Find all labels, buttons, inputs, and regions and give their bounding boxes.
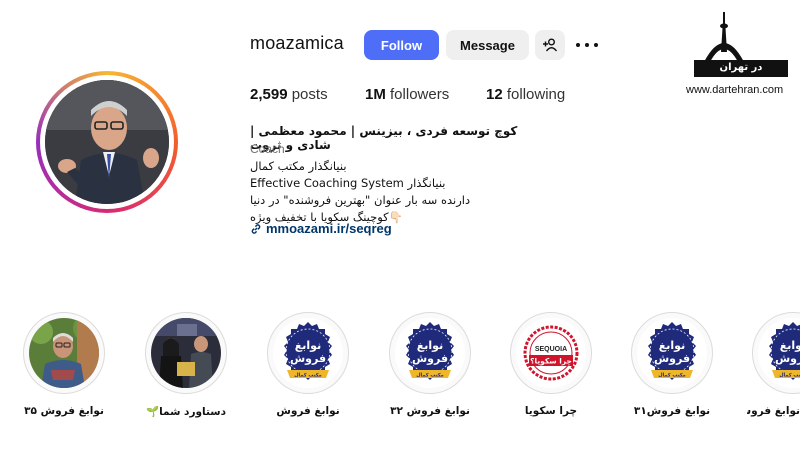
highlight-cover: نوابغ فروش مکتب کمال bbox=[273, 318, 343, 388]
highlight-item[interactable]: نوابغ فروش ۳۵ bbox=[19, 312, 109, 417]
highlight-cover: نوابغ فروش مکتب کمال bbox=[395, 318, 465, 388]
followers-count[interactable]: 1M followers bbox=[365, 86, 449, 103]
svg-text:فروش: فروش bbox=[290, 352, 326, 365]
bio-full-name: کوچ توسعه فردی ، بیزینس | محمود معظمی | … bbox=[250, 124, 518, 152]
svg-text:فروش: فروش bbox=[412, 352, 448, 365]
highlight-ring[interactable]: نوابغ فروش مکتب کمال bbox=[389, 312, 471, 394]
posts-label: posts bbox=[291, 86, 328, 103]
highlight-label: نوابغ فروش ۳۵ bbox=[24, 405, 104, 417]
highlight-ring[interactable] bbox=[145, 312, 227, 394]
link-icon bbox=[251, 224, 261, 234]
profile-avatar-ring[interactable] bbox=[36, 71, 178, 213]
following-count[interactable]: 12 following bbox=[486, 86, 565, 103]
svg-text:نوابغ: نوابغ bbox=[295, 339, 321, 352]
highlight-label: چرا سکویا bbox=[524, 405, 578, 417]
more-dot bbox=[576, 43, 580, 47]
highlight-label: نوابغ فروش۳۱ bbox=[633, 405, 711, 417]
profile-bio: کوچ توسعه فردی ، بیزینس | محمود معظمی | … bbox=[250, 124, 550, 226]
bio-link-text: mmoazami.ir/seqreg bbox=[266, 221, 392, 236]
follow-button[interactable]: Follow bbox=[364, 30, 439, 60]
highlight-item[interactable]: نوابغ فروش مکتب کمال نوابغ فروش bbox=[263, 312, 353, 417]
bio-line: بنیانگذار Effective Coaching System bbox=[250, 176, 446, 190]
highlight-label: نوابغ فروش bbox=[276, 405, 340, 417]
highlight-label: نوابغ فروش ۳۲ bbox=[390, 405, 470, 417]
svg-text:مکتب کمال: مکتب کمال bbox=[779, 373, 800, 379]
following-number: 12 bbox=[486, 86, 503, 103]
add-person-icon bbox=[543, 38, 558, 52]
highlight-item[interactable]: نوابغ فروش مکتب کمال نوابغ فروش۳۱ bbox=[627, 312, 717, 417]
svg-text:مکتب کمال: مکتب کمال bbox=[416, 373, 444, 379]
svg-text:فروش: فروش bbox=[654, 352, 690, 365]
profile-avatar[interactable] bbox=[45, 80, 169, 204]
highlight-ring[interactable] bbox=[23, 312, 105, 394]
highlight-item[interactable]: نوابغ فروش مکتب کمال نوابغ فروش bbox=[747, 312, 800, 417]
more-dot bbox=[585, 43, 589, 47]
highlight-ring[interactable]: نوابغ فروش مکتب کمال bbox=[267, 312, 349, 394]
posts-number: 2,599 bbox=[250, 86, 288, 103]
profile-username: moazamica bbox=[250, 33, 344, 53]
following-label: following bbox=[506, 86, 566, 103]
svg-text:نوابغ: نوابغ bbox=[659, 339, 685, 352]
more-dot bbox=[594, 43, 598, 47]
logo-text: در تهران bbox=[719, 62, 763, 73]
suggested-users-button[interactable] bbox=[535, 30, 565, 60]
bio-line: بنیانگذار مکتب کمال bbox=[250, 159, 347, 173]
highlight-item[interactable]: نوابغ فروش مکتب کمال نوابغ فروش ۳۲ bbox=[385, 312, 475, 417]
highlight-item[interactable]: SEQUOIA چرا سکویا؟ چرا سکویا bbox=[506, 312, 596, 417]
highlight-ring[interactable]: SEQUOIA چرا سکویا؟ bbox=[510, 312, 592, 394]
highlight-ring[interactable]: نوابغ فروش مکتب کمال bbox=[631, 312, 713, 394]
posts-count: 2,599 posts bbox=[250, 86, 328, 103]
avatar-gap bbox=[40, 75, 174, 209]
svg-text:مکتب کمال: مکتب کمال bbox=[658, 373, 686, 379]
highlight-cover bbox=[29, 318, 99, 388]
svg-text:نوابغ: نوابغ bbox=[417, 339, 443, 352]
svg-text:مکتب کمال: مکتب کمال bbox=[294, 373, 322, 379]
highlight-ring[interactable]: نوابغ فروش مکتب کمال bbox=[752, 312, 800, 394]
highlight-cover: نوابغ فروش مکتب کمال bbox=[758, 318, 800, 388]
svg-text:SEQUOIA: SEQUOIA bbox=[535, 346, 567, 353]
followers-label: followers bbox=[390, 86, 450, 103]
svg-text:نوابغ: نوابغ bbox=[780, 339, 800, 352]
svg-text:چرا سکویا؟: چرا سکویا؟ bbox=[530, 357, 572, 366]
highlight-label: دستاورد شما🌱 bbox=[146, 406, 226, 418]
highlight-item[interactable]: دستاورد شما🌱 bbox=[141, 312, 231, 418]
followers-number: 1M bbox=[365, 86, 386, 103]
bio-link[interactable]: mmoazami.ir/seqreg bbox=[250, 221, 392, 236]
highlight-label: نوابغ فروش bbox=[747, 405, 800, 417]
highlight-cover: SEQUOIA چرا سکویا؟ bbox=[516, 318, 586, 388]
svg-text:فروش: فروش bbox=[775, 352, 800, 365]
bio-line: دارنده سه بار عنوان "بهترین فروشنده" در … bbox=[250, 193, 471, 207]
highlight-cover bbox=[151, 318, 221, 388]
highlight-cover: نوابغ فروش مکتب کمال bbox=[637, 318, 707, 388]
watermark-url: www.dartehran.com bbox=[686, 84, 784, 96]
dartehran-logo: در تهران bbox=[690, 12, 790, 82]
more-options-button[interactable] bbox=[574, 36, 600, 54]
message-button[interactable]: Message bbox=[446, 30, 529, 60]
avatar-photo bbox=[45, 80, 169, 204]
